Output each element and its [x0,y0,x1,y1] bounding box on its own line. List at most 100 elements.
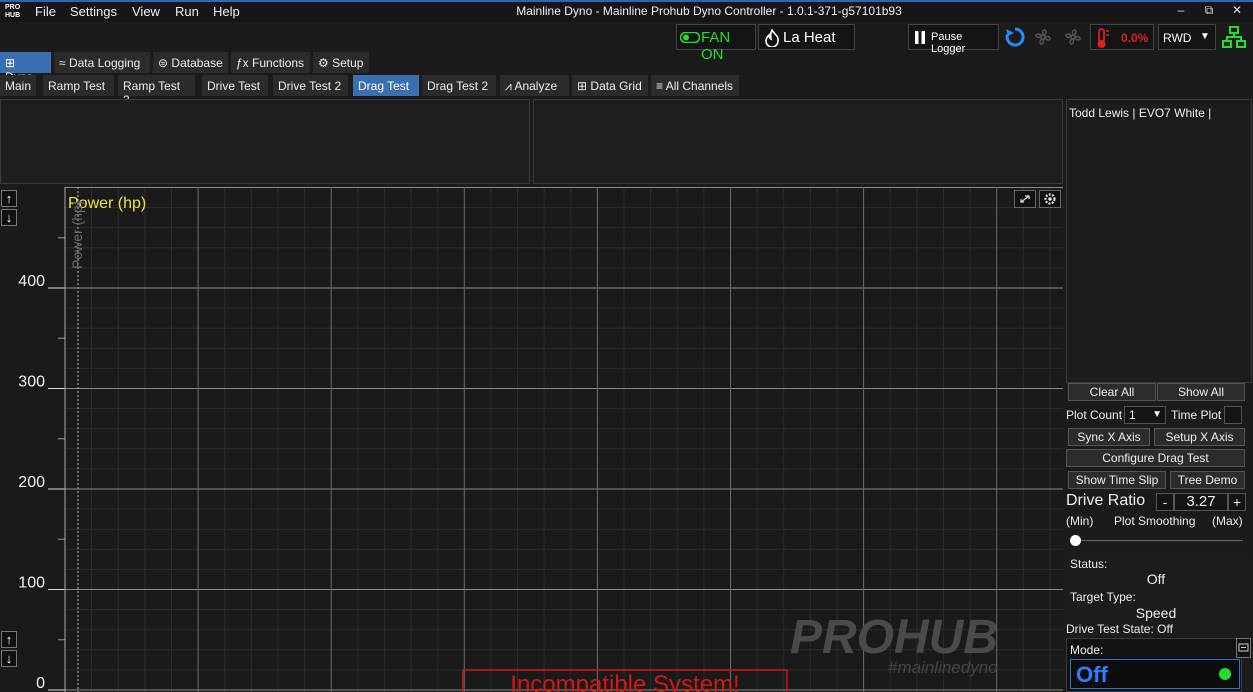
pause-logger-button[interactable]: Pause Logger [908,24,999,55]
collapse-icon[interactable] [1236,638,1251,658]
subtab-ramp-test-2[interactable]: Ramp Test 2 [118,75,195,107]
drive-test-state: Drive Test State: Off [1066,622,1173,636]
show-time-slip-button[interactable]: Show Time Slip [1068,471,1166,489]
close-button[interactable]: ✕ [1224,3,1250,21]
target-type-label: Target Type: [1070,590,1136,604]
chart-svg[interactable]: 4003002001000 Power (hp) Power (hp) PROH… [0,187,1063,692]
database-icon: ⊜ [158,56,169,70]
function-icon: ƒx [236,56,249,70]
tab-dyno[interactable]: ⊞ Dyno [0,52,51,84]
show-all-button[interactable]: Show All [1157,383,1245,401]
target-type-value: Speed [1135,605,1177,621]
power-chart[interactable]: 400 300 200 100 0 Power (hp) Power (hp) PROH… [0,187,1063,692]
temperature-status[interactable]: 0.0% [1090,24,1154,50]
plot-smoothing-label: Plot Smoothing [1114,514,1196,528]
run-list-item[interactable]: Todd Lewis | EVO7 White | [1069,106,1211,120]
refresh-icon[interactable] [1004,26,1026,48]
scale-down-button[interactable]: ↓ [1,209,17,226]
fan-toggle[interactable]: FAN ON [676,24,756,63]
chart-settings-icon[interactable] [1039,190,1061,208]
setup-x-axis-button[interactable]: Setup X Axis [1154,428,1245,446]
grid-icon: ⊞ [577,79,588,93]
subtab-drag-test-2[interactable]: Drag Test 2 [422,75,496,96]
tab-setup[interactable]: ⚙ Setup [313,52,369,73]
window-title: Mainline Dyno - Mainline Prohub Dyno Con… [516,4,902,18]
heat-status[interactable]: La Heat [758,24,855,50]
status-value: Off [1146,571,1166,587]
restore-button[interactable]: ⧉ [1196,3,1222,21]
drive-ratio-decrement[interactable]: - [1156,493,1174,511]
analyze-icon: ⩘ [505,79,512,93]
sync-x-axis-button[interactable]: Sync X Axis [1068,428,1150,446]
tree-demo-button[interactable]: Tree Demo [1170,471,1245,489]
tab-label: All Channels [665,79,734,93]
configure-drag-test-button[interactable]: Configure Drag Test [1066,449,1245,467]
smoothing-slider-handle[interactable] [1070,535,1081,546]
drive-value: RWD [1163,31,1192,45]
y-tick-label: 400 [18,273,45,290]
tab-label: Database [171,56,223,70]
subtab-main[interactable]: Main [0,75,36,96]
plot-count-label: Plot Count [1066,408,1123,422]
tab-label: Data Logging [68,56,141,70]
network-icon[interactable] [1222,26,1246,48]
subtab-drive-test[interactable]: Drive Test [202,75,268,96]
mode-select[interactable]: Off [1070,659,1240,689]
heat-label: La Heat [783,29,836,46]
subtab-all-channels[interactable]: ≡ All Channels [651,75,739,96]
mode-value: Off [1076,662,1108,687]
y-tick-label: 100 [18,575,45,592]
clear-all-button[interactable]: Clear All [1068,383,1156,401]
watermark-hashtag: #mainlinedyno [888,658,998,677]
scale-up-button[interactable]: ↑ [1,190,17,207]
fan-icon[interactable] [1032,26,1054,48]
time-plot-label: Time Plot [1171,408,1222,422]
subtab-data-grid[interactable]: ⊞ Data Grid [572,75,648,96]
y-axis-label: Power (hp) [69,201,85,269]
thermometer-icon [1097,28,1109,48]
time-plot-checkbox[interactable] [1224,406,1242,424]
drive-select[interactable]: RWD ▼ [1158,24,1216,50]
y-tick-label: 300 [18,374,45,391]
expand-icon[interactable] [1014,190,1036,208]
offset-down-button[interactable]: ↓ [1,650,17,667]
subtab-drive-test-2[interactable]: Drive Test 2 [273,75,348,96]
run-list[interactable]: Todd Lewis | EVO7 White | [1066,99,1252,383]
gauge-panel-right [533,99,1063,184]
pause-label: Pause Logger [931,31,966,55]
y-tick-label: 0 [36,675,45,692]
subtab-drag-test[interactable]: Drag Test [353,75,419,96]
chevron-down-icon: ▼ [1152,409,1162,420]
drive-ratio-increment[interactable]: + [1228,493,1246,511]
subtab-analyze[interactable]: ⩘ Analyze [500,75,569,96]
smoothing-min-label: (Min) [1066,514,1094,528]
percent-value: 0.0% [1121,31,1149,45]
drive-ratio-label: Drive Ratio [1066,492,1146,509]
tab-label: Setup [332,56,364,70]
gear-icon: ⚙ [318,56,329,70]
fan-2-icon[interactable] [1062,26,1084,48]
status-led [1219,668,1231,680]
list-icon: ≡ [656,79,664,93]
tab-data-logging[interactable]: ≈ Data Logging [54,52,150,73]
tab-functions[interactable]: ƒx Functions [231,52,310,73]
tab-label: Analyze [514,79,558,93]
offset-up-button[interactable]: ↑ [1,631,17,648]
tab-label: Functions [252,56,305,70]
smoothing-max-label: (Max) [1212,514,1243,528]
minimize-button[interactable]: – [1168,3,1194,21]
incompatible-message: Incompatible System! [510,671,739,692]
drive-ratio-input[interactable]: 3.27 [1174,493,1228,511]
toggle-icon [680,32,700,43]
smoothing-slider-track[interactable] [1071,540,1243,541]
plot-count-select[interactable]: 1 ▼ [1124,406,1166,424]
pause-icon [915,31,925,44]
flame-icon [765,29,779,47]
y-tick-label: 200 [18,474,45,491]
mode-label: Mode: [1070,643,1104,657]
chevron-down-icon: ▼ [1200,31,1210,42]
tab-database[interactable]: ⊜ Database [153,52,228,73]
subtab-ramp-test[interactable]: Ramp Test [43,75,114,96]
watermark-logo: PROHUB [790,611,998,664]
gauge-panel-left [0,99,530,184]
